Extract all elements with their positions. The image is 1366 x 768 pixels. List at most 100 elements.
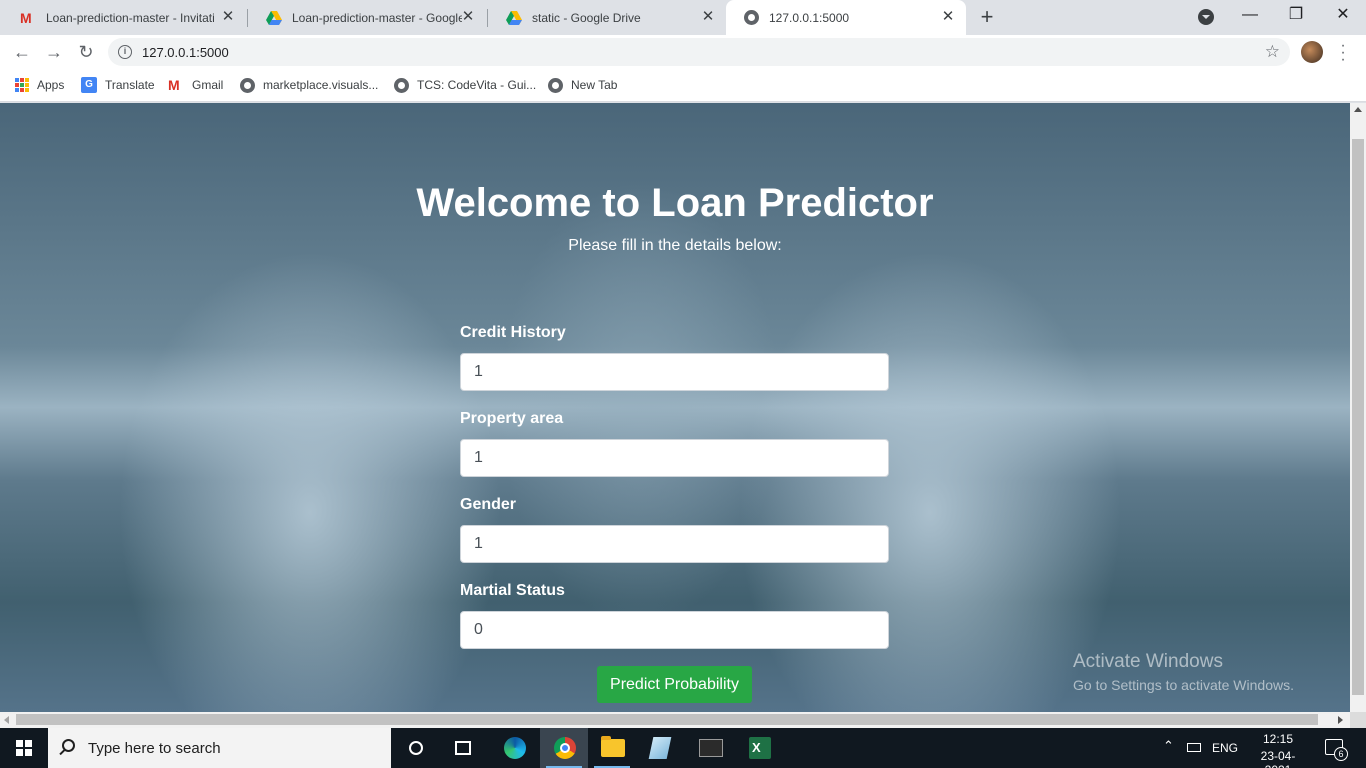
watermark-title: Activate Windows (1073, 651, 1223, 672)
language-indicator[interactable]: ENG (1212, 741, 1238, 755)
edge-icon (504, 737, 526, 759)
close-tab-icon[interactable]: ✕ (460, 9, 476, 25)
page-viewport: Welcome to Loan Predictor Please fill in… (0, 103, 1350, 712)
menu-dots-icon[interactable]: · · · (1340, 38, 1346, 68)
chrome-icon (554, 737, 576, 759)
windows-logo-icon (16, 740, 32, 756)
globe-icon (548, 77, 563, 93)
bookmark-marketplace[interactable]: marketplace.visuals... (240, 77, 378, 93)
property-area-input[interactable]: 1 (460, 439, 889, 477)
task-view-icon[interactable] (455, 741, 471, 755)
marital-status-label: Martial Status (460, 582, 565, 599)
scroll-right-arrow-icon[interactable] (1338, 716, 1343, 724)
taskbar-file-explorer[interactable] (588, 728, 636, 768)
google-drive-icon (506, 10, 522, 25)
bookmark-new-tab[interactable]: New Tab (548, 77, 617, 93)
tab-drive-loan-prediction[interactable]: Loan-prediction-master - Google ✕ (248, 0, 486, 35)
gender-input[interactable]: 1 (460, 525, 889, 563)
gmail-icon (20, 10, 36, 26)
windows-taskbar: Type here to search X ⌃ ENG 12:15 23-04-… (0, 728, 1366, 768)
taskbar-edge[interactable] (490, 728, 538, 768)
forward-arrow-icon[interactable]: → (41, 39, 67, 65)
address-bar[interactable]: i 127.0.0.1:5000 ☆ (108, 38, 1290, 66)
scrollbar-corner (1350, 712, 1366, 728)
browser-toolbar: ← → ↻ i 127.0.0.1:5000 ☆ · · · (0, 35, 1366, 69)
taskbar-search-placeholder: Type here to search (88, 740, 221, 757)
bookmarks-bar: Apps G Translate Gmail marketplace.visua… (0, 69, 1366, 102)
credit-history-label: Credit History (460, 324, 566, 341)
scroll-left-arrow-icon[interactable] (4, 716, 9, 724)
tab-title: Loan-prediction-master - Invitati (46, 10, 215, 25)
start-button[interactable] (0, 728, 48, 768)
taskbar-search-box[interactable]: Type here to search (48, 728, 391, 768)
bookmark-codevita[interactable]: TCS: CodeVita - Gui... (394, 77, 536, 93)
site-info-icon[interactable]: i (118, 45, 132, 59)
new-tab-button[interactable]: + (976, 6, 998, 29)
cortana-icon[interactable] (409, 741, 423, 755)
tab-title: static - Google Drive (532, 10, 641, 25)
bookmark-label: New Tab (571, 78, 618, 92)
tab-gmail-invitation[interactable]: Loan-prediction-master - Invitati ✕ (2, 0, 246, 35)
notepad-icon (648, 737, 672, 759)
clock-time[interactable]: 12:15 (1250, 732, 1306, 746)
close-tab-icon[interactable]: ✕ (940, 9, 956, 25)
battery-icon[interactable] (1187, 743, 1201, 752)
reload-icon[interactable]: ↻ (73, 39, 99, 65)
notification-count-badge: 6 (1334, 747, 1348, 761)
watermark-subtitle: Go to Settings to activate Windows. (1073, 677, 1294, 693)
credit-history-input[interactable]: 1 (460, 353, 889, 391)
translate-icon: G (81, 77, 97, 93)
bookmark-label: TCS: CodeVita - Gui... (417, 78, 537, 92)
command-prompt-icon (699, 739, 723, 757)
horizontal-scroll-thumb[interactable] (16, 714, 1318, 725)
restore-button[interactable]: ❐ (1273, 0, 1319, 32)
bookmark-apps[interactable]: Apps (15, 77, 64, 93)
profile-avatar[interactable] (1301, 41, 1323, 63)
globe-icon (240, 77, 255, 93)
apps-grid-icon (15, 78, 29, 92)
bookmark-label: Apps (37, 78, 65, 92)
google-drive-icon (266, 10, 282, 25)
close-tab-icon[interactable]: ✕ (700, 9, 716, 25)
file-explorer-icon (601, 736, 625, 757)
scroll-up-arrow-icon[interactable] (1354, 107, 1362, 112)
minimize-button[interactable]: — (1227, 0, 1273, 32)
close-tab-icon[interactable]: ✕ (220, 9, 236, 25)
taskbar-command-prompt[interactable] (686, 728, 734, 768)
excel-icon: X (749, 737, 771, 759)
page-subtitle: Please fill in the details below: (568, 237, 782, 254)
bookmark-label: Translate (105, 78, 155, 92)
bookmark-gmail[interactable]: Gmail (168, 77, 223, 93)
bookmark-label: marketplace.visuals... (263, 78, 379, 92)
tab-title: Loan-prediction-master - Google (292, 10, 462, 25)
activate-windows-watermark: Activate Windows Go to Settings to activ… (1073, 651, 1294, 693)
taskbar-excel[interactable]: X (735, 728, 783, 768)
taskbar-notepad[interactable] (636, 728, 684, 768)
property-area-label: Property area (460, 410, 564, 427)
bookmark-translate[interactable]: G Translate (81, 77, 155, 93)
horizontal-scrollbar[interactable] (0, 712, 1350, 728)
tab-drive-static[interactable]: static - Google Drive ✕ (488, 0, 726, 35)
search-icon (62, 739, 75, 752)
close-window-button[interactable]: ✕ (1320, 0, 1366, 32)
chevron-up-icon[interactable]: ⌃ (1163, 739, 1175, 752)
marital-status-input[interactable]: 0 (460, 611, 889, 649)
clock-date[interactable]: 23-04-2021 (1250, 749, 1306, 768)
tab-strip: Loan-prediction-master - Invitati ✕ Loan… (0, 0, 1366, 35)
tab-title: 127.0.0.1:5000 (769, 10, 850, 25)
gender-label: Gender (460, 496, 517, 513)
back-arrow-icon[interactable]: ← (9, 39, 35, 65)
bookmark-star-icon[interactable]: ☆ (1265, 42, 1280, 62)
vertical-scroll-thumb[interactable] (1352, 139, 1364, 695)
page-title: Welcome to Loan Predictor (416, 181, 934, 225)
tab-search-icon[interactable] (1198, 9, 1214, 25)
url-text[interactable]: 127.0.0.1:5000 (142, 45, 229, 60)
predict-probability-button[interactable]: Predict Probability (597, 666, 752, 703)
vertical-scrollbar[interactable] (1350, 103, 1366, 712)
bookmark-label: Gmail (192, 78, 224, 92)
globe-icon (394, 77, 409, 93)
taskbar-chrome[interactable] (540, 728, 588, 768)
gmail-icon (168, 77, 184, 93)
tab-localhost-active[interactable]: 127.0.0.1:5000 ✕ (726, 0, 966, 35)
globe-icon (744, 10, 759, 25)
